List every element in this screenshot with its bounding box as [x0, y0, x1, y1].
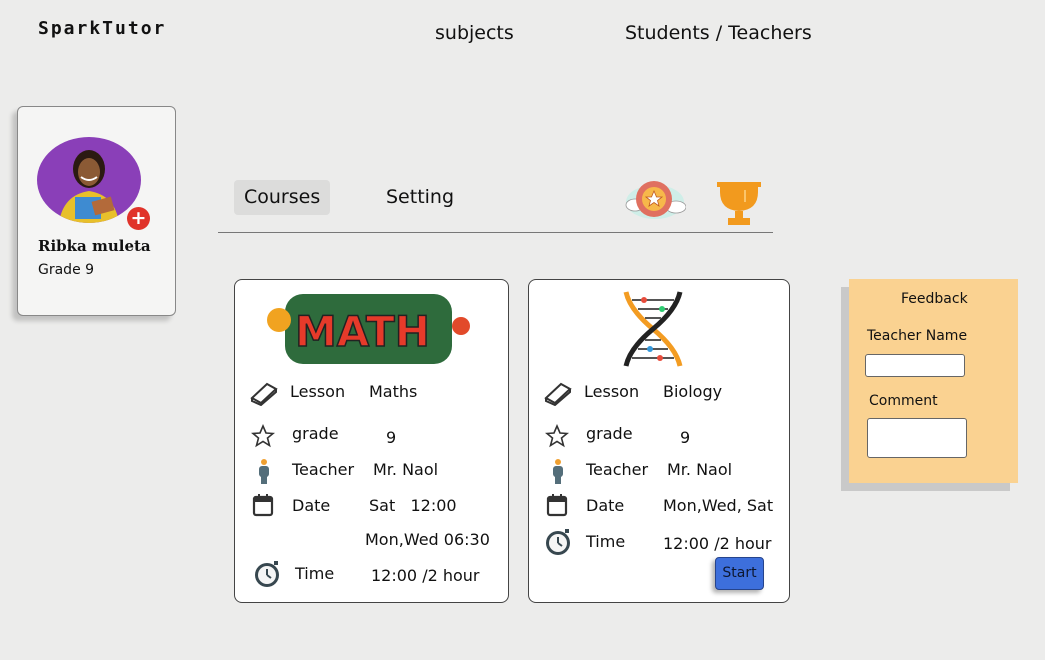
feedback-panel: Feedback Teacher Name Comment: [849, 279, 1018, 483]
teacher-value: Mr. Naol: [667, 460, 733, 479]
math-banner-image: MATH: [267, 294, 470, 364]
medal-icon[interactable]: [624, 172, 686, 226]
date-value-2: Mon,Wed 06:30: [365, 530, 490, 549]
tab-courses[interactable]: Courses: [234, 180, 331, 215]
dna-image: [623, 291, 683, 367]
comment-input[interactable]: [867, 418, 967, 458]
time-label: Time: [295, 564, 335, 583]
teacher-name-input[interactable]: [865, 354, 965, 377]
nav-students-teachers[interactable]: Students / Teachers: [625, 22, 812, 44]
brand-logo[interactable]: SparkTutor: [38, 18, 166, 39]
teacher-name-label: Teacher Name: [867, 328, 968, 344]
time-value: 12:00 /2 hour: [371, 566, 480, 585]
teacher-value: Mr. Naol: [373, 460, 439, 479]
profile-name: Ribka muleta: [38, 237, 151, 255]
date-value: Sat 12:00: [369, 496, 457, 515]
comment-label: Comment: [869, 393, 938, 409]
star-icon: [251, 424, 275, 448]
add-photo-button[interactable]: +: [127, 207, 150, 230]
grade-label: grade: [586, 424, 633, 443]
time-label: Time: [586, 532, 626, 551]
avatar-image: [37, 137, 141, 223]
lesson-label: Lesson: [584, 382, 640, 401]
teacher-person-icon: [553, 459, 563, 484]
nav-subjects[interactable]: subjects: [435, 22, 514, 44]
teacher-label: Teacher: [586, 460, 649, 479]
calendar-icon: [546, 494, 568, 517]
profile-grade: Grade 9: [38, 262, 95, 278]
grade-value: 9: [680, 428, 691, 447]
start-button[interactable]: Start: [715, 557, 764, 590]
math-banner-text: MATH: [295, 307, 430, 356]
course-card-maths[interactable]: MATH Lesson Maths grade 9 Teacher Mr. Na…: [234, 279, 509, 603]
feedback-title: Feedback: [901, 291, 968, 307]
calendar-icon: [252, 494, 274, 517]
star-icon: [545, 424, 569, 448]
profile-card: + Ribka muleta Grade 9: [17, 106, 176, 316]
grade-label: grade: [292, 424, 339, 443]
clock-icon: [546, 529, 570, 555]
book-icon: [544, 382, 572, 406]
avatar[interactable]: [37, 137, 141, 223]
lesson-label: Lesson: [290, 382, 346, 401]
clock-icon: [255, 561, 279, 587]
date-value: Mon,Wed, Sat: [663, 496, 774, 515]
date-label: Date: [292, 496, 331, 515]
teacher-label: Teacher: [292, 460, 355, 479]
grade-value: 9: [386, 428, 397, 447]
tab-divider: [218, 232, 773, 233]
time-value: 12:00 /2 hour: [663, 534, 772, 553]
trophy-icon[interactable]: [717, 180, 761, 226]
lesson-value: Biology: [663, 382, 723, 401]
lesson-value: Maths: [369, 382, 418, 401]
tab-setting[interactable]: Setting: [376, 180, 464, 215]
book-icon: [250, 382, 278, 406]
teacher-person-icon: [259, 459, 269, 484]
course-card-biology[interactable]: Lesson Biology grade 9 Teacher Mr. Naol …: [528, 279, 790, 603]
date-label: Date: [586, 496, 625, 515]
